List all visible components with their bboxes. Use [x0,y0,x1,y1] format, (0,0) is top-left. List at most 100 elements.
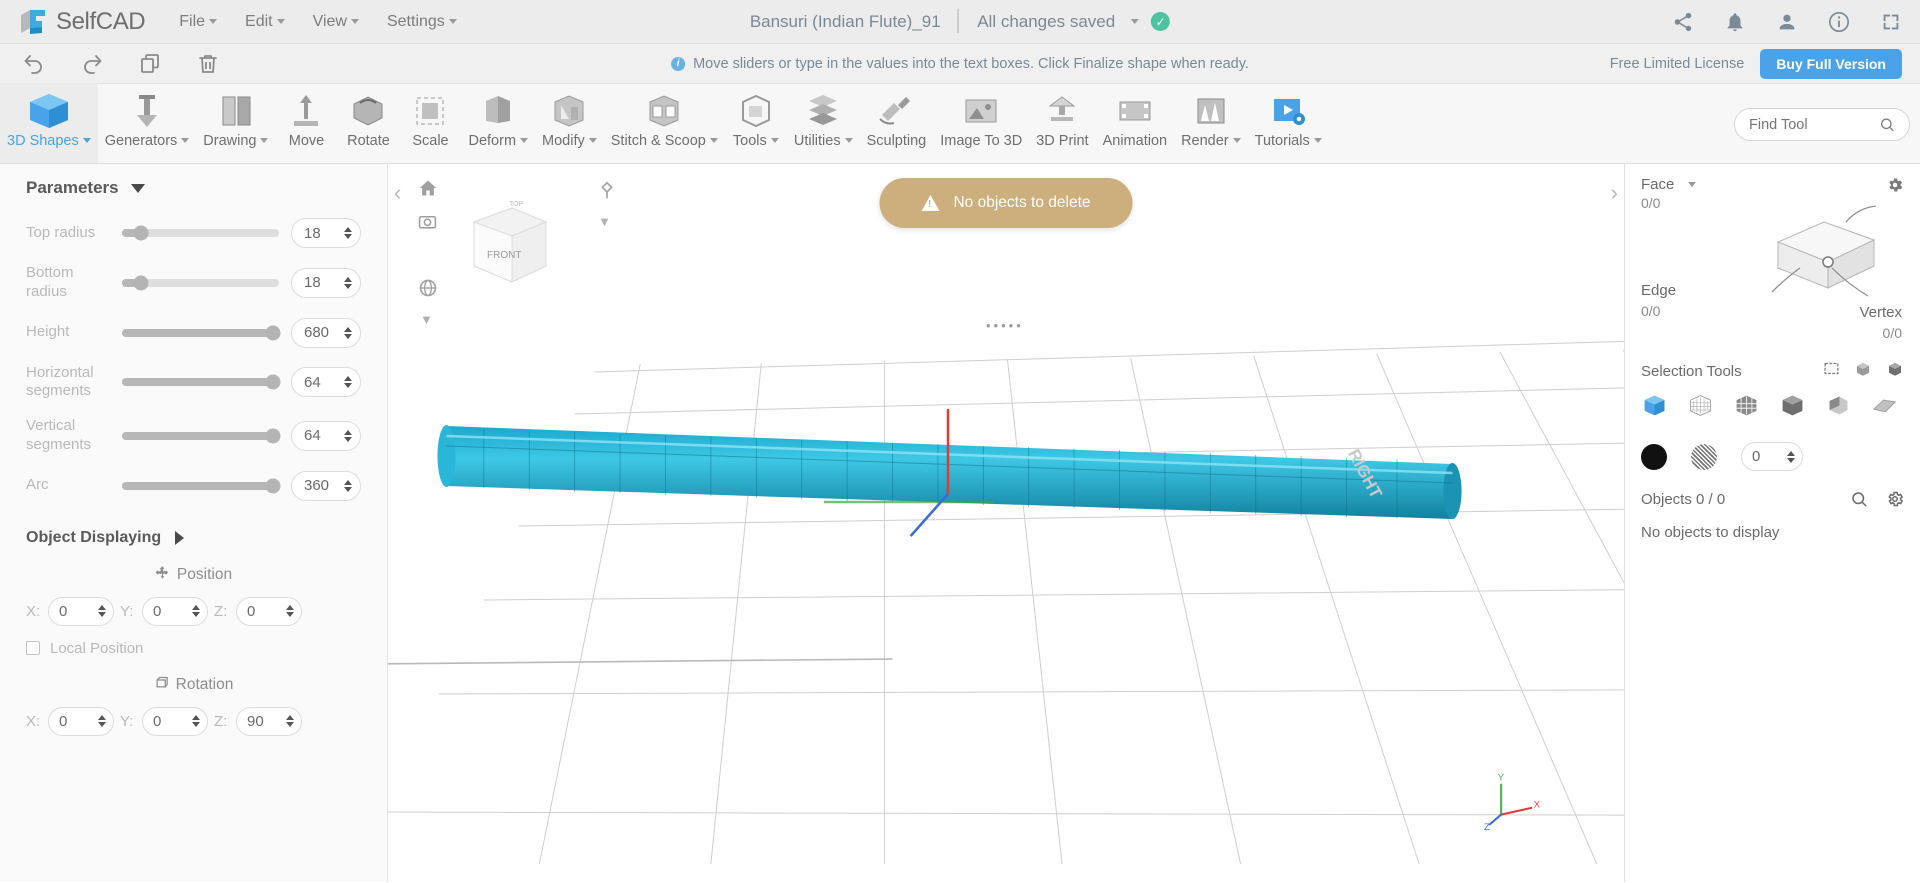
magnet-icon[interactable] [596,180,618,207]
stepper-icon[interactable] [98,605,106,617]
menu-edit[interactable]: Edit [245,13,285,31]
ribbon-tools[interactable]: Tools [725,83,787,163]
arc-slider[interactable] [122,478,281,493]
top-radius-slider[interactable] [122,225,279,241]
ribbon-animation[interactable]: Animation [1096,83,1174,163]
rotation-x-input[interactable]: 0 [48,706,114,736]
select-wireframe-icon[interactable] [1687,392,1714,419]
bottom-radius-input[interactable]: 18 [291,267,361,298]
gear-icon[interactable] [1886,490,1904,508]
menu-view[interactable]: View [313,13,359,31]
info-icon[interactable] [1828,11,1850,33]
select-solid-icon[interactable] [1779,392,1806,419]
find-tool-input[interactable] [1749,116,1869,133]
ribbon-deform[interactable]: Deform [461,83,535,163]
buy-full-version-button[interactable]: Buy Full Version [1760,48,1902,79]
stepper-icon[interactable] [98,715,106,727]
ribbon-modify[interactable]: Modify [535,83,604,163]
viewport-collapse-left[interactable]: ‹ [394,180,401,206]
bell-icon[interactable] [1724,11,1746,33]
vertical-segments-input[interactable]: 64 [291,420,361,451]
stepper-icon[interactable] [344,326,352,339]
menu-settings[interactable]: Settings [387,13,457,31]
top-radius-input[interactable]: 18 [291,218,361,248]
local-position-checkbox[interactable] [26,641,40,655]
copy-icon[interactable] [138,52,162,76]
3d-viewport[interactable]: FRONT TOP ‹ › ▼ ▼ ••••• RIGHT No objects… [388,164,1624,882]
user-icon[interactable] [1776,11,1798,33]
chevron-down-icon[interactable] [130,183,145,193]
stepper-icon[interactable] [344,276,352,289]
edge-mode-label[interactable]: Edge [1641,282,1676,299]
chevron-down-icon[interactable]: ▼ [420,312,433,327]
position-x-input[interactable]: 0 [48,596,114,626]
stepper-icon[interactable] [344,479,352,492]
camera-icon[interactable] [418,212,437,236]
home-icon[interactable] [418,178,438,203]
object-displaying-section[interactable]: Object Displaying [26,529,361,547]
ribbon-utilities[interactable]: Utilities [787,83,860,163]
stepper-icon[interactable] [286,605,294,617]
rotation-y-input[interactable]: 0 [142,706,208,736]
stepper-icon[interactable] [1787,450,1795,463]
ribbon-generators[interactable]: Generators [98,83,197,163]
select-face-icon[interactable] [1825,392,1852,419]
gear-icon[interactable] [1886,176,1904,194]
ribbon-rotate[interactable]: Rotate [337,83,399,163]
stepper-icon[interactable] [192,715,200,727]
ribbon-drawing[interactable]: Drawing [196,83,275,163]
select-grid-icon[interactable] [1733,392,1760,419]
chevron-down-icon[interactable] [1131,19,1140,24]
ribbon-render[interactable]: Render [1174,83,1248,163]
menu-file[interactable]: File [179,13,218,31]
rect-select-icon[interactable] [1823,360,1840,383]
select-plane-icon[interactable] [1871,392,1898,419]
ribbon-3d-shapes[interactable]: 3D Shapes [0,83,98,163]
view-cube[interactable]: FRONT TOP [454,196,564,296]
horizontal-segments-input[interactable]: 64 [291,367,361,398]
ribbon-3d-print[interactable]: 3D Print [1029,83,1095,163]
ribbon-scale[interactable]: Scale [399,83,461,163]
color-swatch[interactable] [1641,443,1667,470]
ribbon-image-to-3d[interactable]: Image To 3D [933,83,1029,163]
face-selection-block[interactable]: Face 0/0 [1641,176,1697,211]
viewport-canvas[interactable] [388,164,1624,882]
ribbon-tutorials[interactable]: Tutorials [1248,83,1329,163]
ribbon-move[interactable]: Move [275,83,337,163]
chevron-right-icon[interactable] [175,530,185,545]
texture-swatch-icon[interactable] [1691,443,1717,470]
horizontal-segments-slider[interactable] [122,374,281,390]
ribbon-stitch-scoop[interactable]: Stitch & Scoop [604,83,725,163]
material-index-input[interactable]: 0 [1741,442,1803,471]
redo-icon[interactable] [80,52,104,76]
position-z-input[interactable]: 0 [236,596,302,626]
vertical-segments-slider[interactable] [122,428,281,444]
stepper-icon[interactable] [192,605,200,617]
box-select-icon[interactable] [1854,360,1872,383]
rotation-z-input[interactable]: 90 [236,706,302,736]
height-slider[interactable] [122,325,281,340]
search-icon[interactable] [1850,490,1868,508]
position-y-input[interactable]: 0 [142,596,208,626]
select-cube-icon[interactable] [1641,392,1668,419]
undo-icon[interactable] [22,52,46,76]
fullscreen-icon[interactable] [1880,11,1902,33]
delete-icon[interactable] [196,52,220,76]
share-icon[interactable] [1672,11,1694,33]
chevron-down-icon[interactable] [1688,182,1697,187]
local-position-row[interactable]: Local Position [26,640,361,657]
volume-select-icon[interactable] [1886,360,1904,383]
stepper-icon[interactable] [286,715,294,727]
viewport-collapse-right[interactable]: › [1611,180,1618,206]
parameters-title-row[interactable]: Parameters [26,178,361,198]
stepper-icon[interactable] [344,429,352,442]
brand-logo[interactable]: SelfCAD [18,7,146,37]
ribbon-sculpting[interactable]: Sculpting [860,83,934,163]
stepper-icon[interactable] [344,227,352,239]
chevron-down-icon[interactable]: ▼ [598,214,611,229]
find-tool-box[interactable] [1734,108,1910,141]
vertex-mode-label[interactable]: Vertex [1859,304,1902,321]
height-input[interactable]: 680 [291,317,361,348]
stepper-icon[interactable] [344,376,352,389]
arc-input[interactable]: 360 [291,470,361,501]
